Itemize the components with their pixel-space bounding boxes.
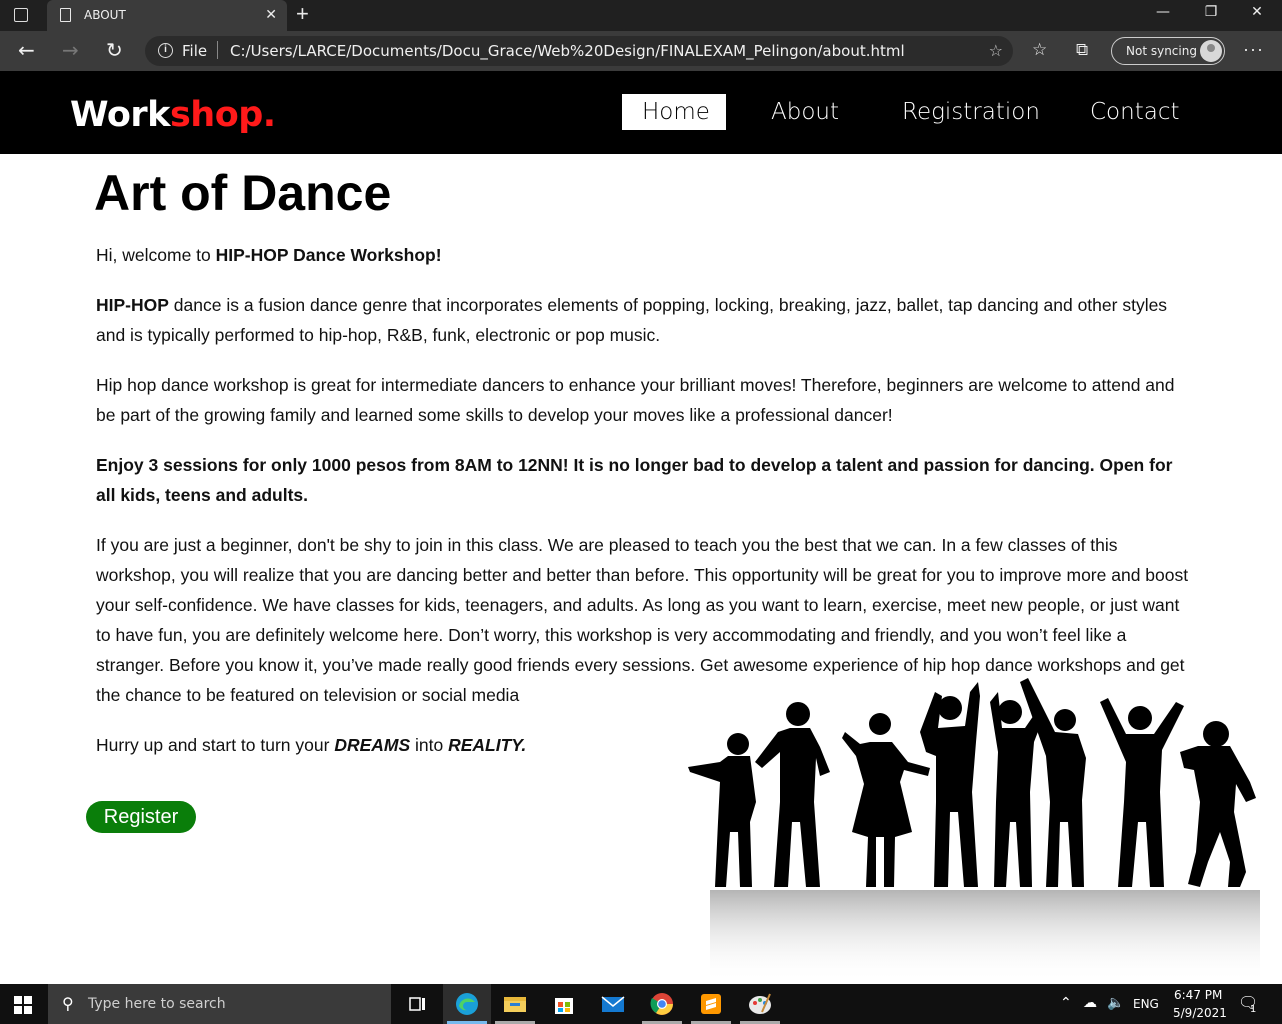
intro-text: dance is a fusion dance genre that incor… [96, 295, 1168, 345]
new-tab-button[interactable]: + [296, 1, 309, 27]
site-header: Workshop. Home About Registration Contac… [0, 71, 1282, 154]
language-indicator[interactable]: ENG [1133, 997, 1159, 1011]
address-bar-row: ← → ↻ i File C:/Users/LARCE/Documents/Do… [0, 31, 1282, 71]
more-menu-icon[interactable]: ··· [1243, 39, 1264, 60]
notification-count: 1 [1250, 1004, 1257, 1015]
collections-icon[interactable]: ⧉ [1076, 40, 1088, 60]
site-logo[interactable]: Workshop. [70, 95, 276, 135]
chevron-up-icon[interactable]: ⌃ [1060, 995, 1072, 1011]
page-title: Art of Dance [94, 165, 392, 221]
page-icon [60, 8, 71, 22]
search-icon: ⚲ [62, 996, 74, 1013]
welcome-prefix: Hi, welcome to [96, 245, 216, 265]
task-view-icon[interactable] [394, 984, 442, 1024]
url-field[interactable]: i File C:/Users/LARCE/Documents/Docu_Gra… [145, 36, 1013, 66]
search-placeholder: Type here to search [88, 996, 226, 1012]
profile-sync-button[interactable]: Not syncing [1111, 37, 1225, 65]
register-button[interactable]: Register [86, 801, 196, 833]
info-icon[interactable]: i [158, 43, 173, 58]
close-window-button[interactable]: ✕ [1234, 4, 1280, 20]
nav-home[interactable]: Home [622, 94, 726, 130]
dreams-prefix: Hurry up and start to turn your [96, 735, 335, 755]
dreams-word: DREAMS [334, 735, 411, 755]
edge-taskbar-icon[interactable] [443, 984, 491, 1024]
nav-about[interactable]: About [771, 94, 839, 130]
welcome-paragraph: Hi, welcome to HIP-HOP Dance Workshop! [96, 240, 1191, 270]
paint-icon[interactable] [736, 984, 784, 1024]
forward-button[interactable]: → [62, 38, 79, 62]
url-scheme-label: File [182, 42, 208, 60]
mail-icon[interactable] [589, 984, 637, 1024]
logo-part-shop: shop. [169, 95, 276, 135]
refresh-button[interactable]: ↻ [106, 38, 123, 62]
taskbar-search-input[interactable]: ⚲ Type here to search [48, 984, 391, 1024]
add-favorite-icon[interactable]: ☆ [989, 41, 1003, 61]
volume-icon[interactable]: 🔈 [1107, 995, 1124, 1011]
avatar [1200, 40, 1222, 62]
hiphop-bold: HIP-HOP [96, 295, 169, 315]
nav-contact[interactable]: Contact [1090, 94, 1179, 130]
tab-close-icon[interactable]: ✕ [265, 6, 277, 23]
reality-word: REALITY. [448, 735, 527, 755]
clock-date[interactable]: 5/9/2021 [1173, 1006, 1227, 1020]
file-explorer-icon[interactable] [491, 984, 539, 1024]
tab-actions-icon[interactable] [14, 8, 28, 22]
browser-tab[interactable]: ABOUT ✕ [47, 0, 287, 31]
browser-tab-bar: ABOUT ✕ + — ❐ ✕ [0, 0, 1282, 31]
workshop-paragraph: Hip hop dance workshop is great for inte… [96, 375, 1175, 425]
main-content: Art of Dance Hi, welcome to HIP-HOP Danc… [94, 162, 1196, 755]
intro-paragraph: HIP-HOP dance is a fusion dance genre th… [96, 290, 1191, 350]
tab-title: ABOUT [84, 8, 126, 22]
restore-button[interactable]: ❐ [1188, 4, 1234, 20]
nav-registration[interactable]: Registration [902, 94, 1040, 130]
windows-taskbar: ⚲ Type here to search ⌃ ☁ 🔈 ENG 6:47 PM … [0, 984, 1282, 1024]
onedrive-cloud-icon[interactable]: ☁ [1083, 995, 1097, 1011]
logo-part-work: Work [70, 95, 170, 135]
store-icon[interactable] [540, 984, 588, 1024]
offer-paragraph: Enjoy 3 sessions for only 1000 pesos fro… [96, 455, 1173, 505]
sync-label: Not syncing [1126, 44, 1197, 58]
favorites-icon[interactable]: ☆ [1032, 40, 1047, 60]
dancers-silhouette-image [688, 678, 1260, 982]
chrome-icon[interactable] [638, 984, 686, 1024]
welcome-bold: HIP-HOP Dance Workshop! [215, 245, 442, 265]
minimize-button[interactable]: — [1140, 4, 1186, 20]
back-button[interactable]: ← [18, 38, 35, 62]
reflection [710, 890, 1260, 982]
clock-time[interactable]: 6:47 PM [1174, 988, 1222, 1002]
url-text[interactable]: C:/Users/LARCE/Documents/Docu_Grace/Web%… [230, 42, 905, 60]
windows-start-icon[interactable] [14, 996, 32, 1014]
dreams-mid: into [410, 735, 449, 755]
sublime-text-icon[interactable] [687, 984, 735, 1024]
url-divider [217, 41, 218, 59]
